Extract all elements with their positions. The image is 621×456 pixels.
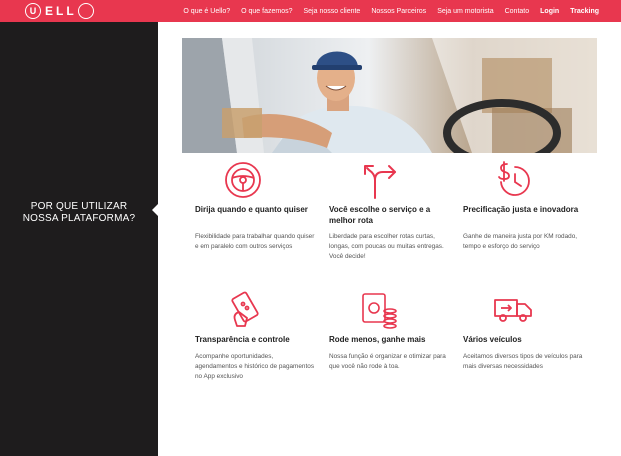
delivery-truck-icon <box>493 290 533 330</box>
money-stack-icon <box>359 290 399 330</box>
uello-logo[interactable]: U ELL <box>25 2 94 20</box>
feature-title: Você escolhe o serviço e a melhor rota <box>329 205 431 225</box>
feature-title: Vários veículos <box>463 335 522 344</box>
side-panel-pointer <box>152 204 158 216</box>
feature-flexibility: Dirija quando e quanto quiser Flexibilid… <box>195 160 315 270</box>
nav-item-contato[interactable]: Contato <box>505 8 530 15</box>
feature-title: Rode menos, ganhe mais <box>329 335 426 344</box>
route-arrows-icon <box>361 160 401 200</box>
nav-item-seja-um-motorista[interactable]: Seja um motorista <box>437 8 493 15</box>
nav-item-tracking[interactable]: Tracking <box>570 8 599 15</box>
nav-item-login[interactable]: Login <box>540 8 559 15</box>
feature-text: Aceitamos diversos tipos de veículos par… <box>463 353 583 370</box>
feature-route-choice: Você escolhe o serviço e a melhor rota L… <box>329 160 449 270</box>
hero-driver-photo <box>182 38 597 153</box>
side-panel: POR QUE UTILIZAR NOSSA PLATAFORMA? <box>0 22 158 456</box>
nav-item-o-que-fazemos[interactable]: O que fazemos? <box>241 8 292 15</box>
side-panel-title: POR QUE UTILIZAR NOSSA PLATAFORMA? <box>22 201 136 224</box>
feature-text: Acompanhe oportunidades, agendamentos e … <box>195 353 315 380</box>
main-nav: O que é Uello? O que fazemos? Seja nosso… <box>183 0 599 22</box>
nav-item-o-que-e-uello[interactable]: O que é Uello? <box>183 8 230 15</box>
feature-text: Ganhe de maneira justa por KM rodado, te… <box>463 233 578 250</box>
logo-u-circle: U <box>25 3 41 19</box>
header-bar: U ELL O que é Uello? O que fazemos? Seja… <box>0 0 621 22</box>
feature-transparency: Transparência e controle Acompanhe oport… <box>195 290 315 400</box>
feature-less-driving: Rode menos, ganhe mais Nossa função é or… <box>329 290 449 400</box>
nav-item-nossos-parceiros[interactable]: Nossos Parceiros <box>371 8 426 15</box>
nav-item-seja-nosso-cliente[interactable]: Seja nosso cliente <box>304 8 361 15</box>
feature-text: Flexibilidade para trabalhar quando quis… <box>195 233 315 250</box>
feature-pricing: Precificação justa e inovadora Ganhe de … <box>463 160 583 270</box>
phone-in-hand-icon <box>225 290 265 330</box>
feature-text: Nossa função é organizar e otimizar para… <box>329 353 446 370</box>
feature-text: Liberdade para escolher rotas curtas, lo… <box>329 233 444 260</box>
feature-title: Precificação justa e inovadora <box>463 205 579 214</box>
feature-vehicles: Vários veículos Aceitamos diversos tipos… <box>463 290 583 400</box>
feature-title: Transparência e controle <box>195 335 290 344</box>
logo-o-circle <box>77 3 94 19</box>
dollar-clock-icon <box>493 160 533 200</box>
logo-text: ELL <box>45 4 77 18</box>
steering-wheel-icon <box>223 160 263 200</box>
feature-title: Dirija quando e quanto quiser <box>195 205 308 214</box>
